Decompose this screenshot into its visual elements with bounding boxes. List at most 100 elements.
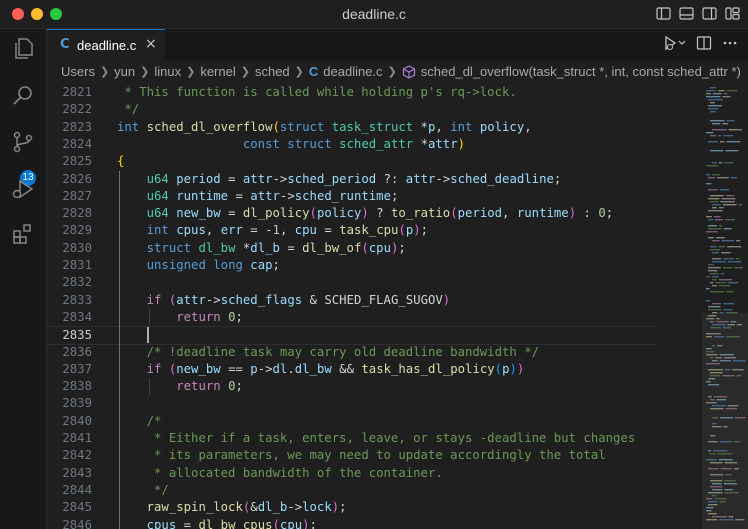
minimap-line bbox=[721, 240, 735, 242]
breadcrumb-file[interactable]: deadline.c bbox=[323, 64, 382, 79]
minimap-viewport[interactable] bbox=[702, 313, 748, 529]
code-line[interactable]: 2839 bbox=[47, 395, 657, 412]
minimap-line bbox=[723, 303, 735, 305]
line-number: 2832 bbox=[62, 275, 92, 290]
breadcrumb-item[interactable]: yun bbox=[114, 64, 135, 79]
code-line[interactable]: 2829 int cpus, err = -1, cpu = task_cpu(… bbox=[47, 222, 657, 239]
minimap-line bbox=[710, 291, 725, 293]
minimap-line bbox=[712, 207, 717, 209]
code-token: -> bbox=[279, 188, 295, 203]
code-token: = bbox=[279, 240, 303, 255]
minimap-line bbox=[726, 90, 738, 92]
code-token: * bbox=[413, 136, 428, 151]
code-line[interactable]: 2822 */ bbox=[47, 101, 657, 118]
minimap[interactable] bbox=[702, 83, 748, 529]
run-debug-icon[interactable] bbox=[11, 177, 35, 201]
code-token: ( bbox=[272, 119, 280, 134]
minimap-line bbox=[710, 120, 725, 122]
code-line[interactable]: 2842 * its parameters, we may need to up… bbox=[47, 447, 657, 464]
minimap-line bbox=[710, 87, 716, 89]
minimap-line bbox=[715, 219, 724, 221]
search-icon[interactable] bbox=[11, 84, 35, 108]
code-line[interactable]: 2832 bbox=[47, 274, 657, 291]
run-file-icon[interactable] bbox=[664, 35, 686, 56]
code-token: struct bbox=[287, 136, 332, 151]
code-token: dl_bw bbox=[294, 361, 332, 376]
code-token: * This function is called while holding … bbox=[117, 85, 517, 99]
extensions-icon[interactable] bbox=[11, 222, 35, 246]
code-line[interactable]: 2828 u64 new_bw = dl_policy(policy) ? to… bbox=[47, 205, 657, 222]
minimap-line bbox=[724, 162, 734, 164]
code-line[interactable]: 2824 const struct sched_attr *attr) bbox=[47, 136, 657, 153]
line-number: 2837 bbox=[62, 361, 92, 376]
minimap-line bbox=[735, 258, 740, 260]
minimap-line bbox=[710, 249, 721, 251]
minimap-line bbox=[708, 189, 718, 191]
minimap-line bbox=[712, 303, 722, 305]
code-token: if bbox=[146, 292, 162, 307]
more-actions-icon[interactable] bbox=[722, 35, 738, 56]
code-line[interactable]: 2845 raw_spin_lock(&dl_b->lock); bbox=[47, 499, 657, 516]
code-line[interactable]: 2823 int sched_dl_overflow(struct task_st… bbox=[47, 119, 657, 136]
code-line[interactable]: 2841 * Either if a task, enters, leave, … bbox=[47, 430, 657, 447]
code-line[interactable]: 2826 u64 period = attr->sched_period ?: … bbox=[47, 171, 657, 188]
code-line[interactable]: 2827 u64 runtime = attr->sched_runtime; bbox=[47, 188, 657, 205]
code-token: dl bbox=[272, 361, 288, 376]
breadcrumb-item[interactable]: kernel bbox=[200, 64, 235, 79]
code-token: -> bbox=[287, 500, 303, 515]
code-line[interactable]: 2831 unsigned long cap; bbox=[47, 257, 657, 274]
code-token: sched_runtime bbox=[294, 188, 391, 203]
chevron-right-icon: ❯ bbox=[99, 66, 110, 78]
toggle-primary-sidebar-icon[interactable] bbox=[656, 6, 671, 21]
code-line[interactable]: 2838 return 0; bbox=[47, 378, 657, 395]
code-token: ; bbox=[235, 379, 243, 394]
minimap-line bbox=[710, 135, 717, 137]
line-number: 2838 bbox=[62, 379, 92, 394]
code-token: attr bbox=[176, 292, 206, 307]
close-tab-icon[interactable]: × bbox=[145, 36, 157, 52]
code-line[interactable]: 2833 if (attr->sched_flags & SCHED_FLAG_… bbox=[47, 292, 657, 309]
split-editor-icon[interactable] bbox=[696, 35, 712, 56]
line-code: cpus = dl_bw_cpus(cpu); bbox=[117, 517, 317, 529]
code-line[interactable]: 2834 return 0; bbox=[47, 309, 657, 326]
minimap-line bbox=[710, 111, 716, 113]
breadcrumb-items: Users ❯ yun ❯ linux ❯ kernel ❯ sched ❯ C… bbox=[61, 64, 741, 79]
code-token: sched_deadline bbox=[450, 171, 554, 186]
breadcrumb-item[interactable]: Users bbox=[61, 64, 95, 79]
code-token: ) bbox=[516, 361, 525, 376]
code-line[interactable]: 2836 /* !deadline task may carry old dea… bbox=[47, 344, 657, 361]
minimap-line bbox=[710, 150, 724, 152]
customize-layout-icon[interactable] bbox=[725, 6, 740, 21]
code-line[interactable]: 2844 */ bbox=[47, 482, 657, 499]
explorer-icon[interactable] bbox=[11, 37, 35, 61]
code-line[interactable]: 2825 { bbox=[47, 153, 657, 170]
editor-tab-bar: C deadline.c × bbox=[47, 29, 748, 62]
code-token: runtime bbox=[176, 188, 229, 203]
code-line[interactable]: 2830 struct dl_bw *dl_b = dl_bw_of(cpu); bbox=[47, 240, 657, 257]
source-control-icon[interactable] bbox=[11, 130, 35, 154]
code-token: */ bbox=[117, 102, 140, 117]
line-code: int sched_dl_overflow(struct task_struct… bbox=[117, 119, 532, 136]
code-editor[interactable]: 2821 * This function is called while hol… bbox=[47, 83, 748, 529]
code-line[interactable]: 2837 if (new_bw == p->dl.dl_bw && task_h… bbox=[47, 361, 657, 378]
code-token: new_bw bbox=[176, 361, 221, 376]
breadcrumb-item[interactable]: linux bbox=[154, 64, 181, 79]
toggle-panel-icon[interactable] bbox=[679, 6, 694, 21]
code-token: sched_attr bbox=[339, 136, 414, 151]
code-line[interactable]: 2846 cpus = dl_bw_cpus(cpu); bbox=[47, 517, 657, 529]
toggle-secondary-sidebar-icon[interactable] bbox=[702, 6, 717, 21]
breadcrumb-item[interactable]: sched bbox=[255, 64, 290, 79]
code-line[interactable]: 2840 /* bbox=[47, 413, 657, 430]
code-token: cpu bbox=[279, 517, 303, 529]
code-token: sched_dl_overflow bbox=[146, 119, 273, 134]
code-line[interactable]: 2843 * allocated bandwidth of the contai… bbox=[47, 465, 657, 482]
breadcrumb-symbol[interactable]: sched_dl_overflow(task_struct *, int, co… bbox=[421, 64, 741, 79]
code-line[interactable]: 2821 * This function is called while hol… bbox=[47, 84, 657, 101]
tab-deadline-c[interactable]: C deadline.c × bbox=[47, 29, 165, 62]
